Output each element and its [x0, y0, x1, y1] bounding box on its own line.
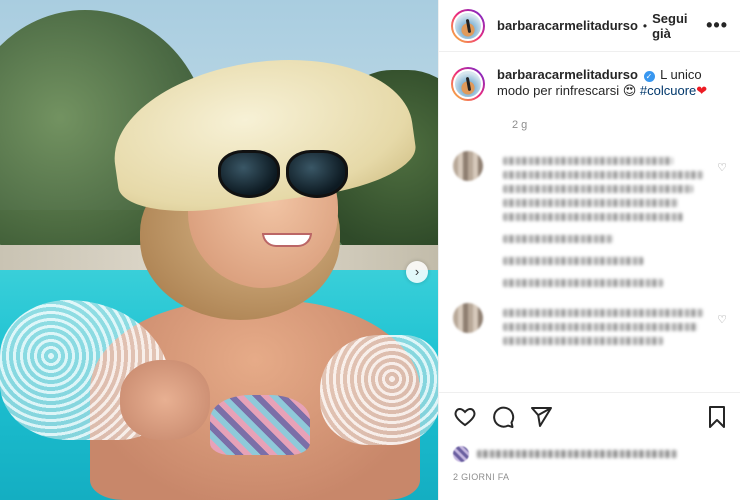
comments-section[interactable]: barbaracarmelitadurso ✓ L unico modo per…: [439, 53, 740, 391]
caption-text-block: barbaracarmelitadurso ✓ L unico modo per…: [497, 67, 727, 101]
comment-like-heart-icon[interactable]: ♡: [717, 161, 727, 174]
comment-text-blurred: [503, 303, 703, 351]
photo-bikini: [210, 395, 310, 455]
comment-avatar[interactable]: [453, 151, 483, 181]
post-side-panel: barbaracarmelitadurso • Segui già ••• ba…: [438, 0, 740, 500]
comment-like-heart-icon[interactable]: ♡: [717, 313, 727, 326]
post-header: barbaracarmelitadurso • Segui già •••: [439, 0, 740, 52]
avatar[interactable]: [451, 8, 485, 43]
avatar-image: [453, 69, 483, 99]
photo-sunglasses-lens: [286, 150, 348, 198]
share-icon[interactable]: [529, 405, 553, 429]
verified-badge-icon: ✓: [643, 71, 655, 82]
heart-emoji: ❤: [696, 83, 708, 98]
like-heart-icon[interactable]: [453, 405, 477, 429]
avatar[interactable]: [451, 67, 485, 101]
photo-sunglasses-lens: [218, 150, 280, 198]
comment-item: ♡: [451, 303, 729, 351]
avatar-image: [453, 10, 483, 41]
comment-icon[interactable]: [491, 405, 515, 429]
post-actions-bar: [439, 392, 740, 440]
hashtag-link[interactable]: #colcuore: [640, 83, 696, 98]
more-options-icon[interactable]: •••: [706, 15, 728, 36]
emoji: 😍: [622, 83, 637, 98]
comment-text-blurred: [503, 151, 703, 293]
photo-hand: [120, 360, 210, 440]
liker-avatar: [453, 446, 469, 462]
separator-dot: •: [642, 18, 648, 33]
bookmark-icon[interactable]: [705, 405, 729, 429]
comment-item: ♡: [451, 151, 729, 293]
post-date[interactable]: 2 GIORNI FA: [453, 472, 509, 482]
caption-username[interactable]: barbaracarmelitadurso: [497, 67, 638, 82]
photo-lace-cover: [320, 335, 438, 445]
post-photo[interactable]: ›: [0, 0, 438, 500]
comment-avatar[interactable]: [453, 303, 483, 333]
following-button[interactable]: Segui già: [652, 11, 706, 41]
likes-text-blurred: [477, 450, 677, 458]
likes-summary[interactable]: [453, 446, 677, 462]
post-caption: barbaracarmelitadurso ✓ L unico modo per…: [451, 67, 729, 101]
photo-smile: [262, 233, 312, 247]
next-photo-button[interactable]: ›: [406, 261, 428, 283]
header-username[interactable]: barbaracarmelitadurso: [497, 18, 638, 33]
caption-timestamp[interactable]: 2 g: [512, 119, 729, 131]
